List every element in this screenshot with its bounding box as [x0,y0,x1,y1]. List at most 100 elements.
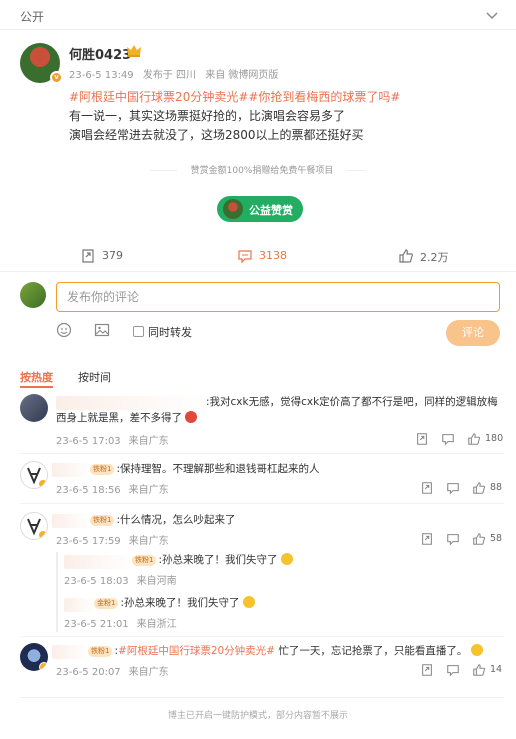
verified-badge-icon: v [50,71,63,84]
fan-badge: 铁粉1 [88,645,113,657]
comment-icon [238,250,252,264]
comment-actions: 88 [420,481,505,497]
reward-label: 公益赞赏 [249,204,293,217]
like-icon[interactable] [472,481,486,495]
reply-meta: 23-6-5 18:03 来自河南 [64,572,185,587]
reply-body: :孙总来晚了！我们失守了 [158,554,278,566]
charity-reward-button[interactable]: 公益赞赏 [217,196,303,222]
comment-divider [20,453,504,454]
comment-location: 来自广东 [128,536,169,547]
comment-time: 23-6-5 17:59 [56,536,121,547]
comment-meta: 23-6-5 18:56 来自广东 [56,481,177,496]
comment-icon[interactable] [441,432,455,446]
repost-icon[interactable] [420,663,434,677]
commenter-name[interactable] [52,463,90,477]
comment-text-continued: 西身上就是黑，差不多得了 [56,410,496,427]
comment-hashtag[interactable]: #阿根廷中国行球票20分钟卖光# [118,645,275,657]
crying-emoji-icon [242,596,255,608]
crown-icon [127,45,141,57]
comment-input[interactable]: 发布你的评论 [56,282,500,312]
replier-name[interactable] [64,555,132,569]
comment-time: 23-6-5 20:07 [56,667,121,678]
commenter-name[interactable] [52,645,88,659]
comment-like-count: 58 [490,533,503,544]
sponsor-text: 赞赏金额100%捐赠给免费午餐项目 [177,163,347,176]
tab-sort-time[interactable]: 按时间 [78,369,111,385]
fan-badge: 铁粉1 [90,463,115,475]
comment-icon[interactable] [446,481,460,495]
commenter-avatar[interactable] [20,512,48,540]
comment-like-count: 180 [485,433,504,444]
crying-emoji-icon [280,553,293,565]
comment-body: :保持理智。不理解那些和退钱哥杠起来的人 [116,463,320,475]
angry-emoji-icon [185,411,198,423]
reply-location: 来自河南 [136,576,177,587]
comment-like-count: 88 [490,482,503,493]
repost-icon[interactable] [420,532,434,546]
reply-time: 23-6-5 21:01 [64,619,129,630]
commenter-name[interactable] [52,514,90,528]
reply-text: 金粉1:孙总来晚了！我们失守了 [94,595,494,612]
repost-icon[interactable] [420,481,434,495]
comment-like-count: 14 [490,664,503,675]
reward-avatar [223,199,243,219]
emoji-icon[interactable] [56,322,72,338]
post-meta: 23-6-5 13:49 发布于 四川 来自 微博网页版 [69,66,284,81]
post-location: 发布于 四川 [142,70,197,81]
reply-time: 23-6-5 18:03 [64,576,129,587]
submit-comment-button[interactable]: 评论 [446,320,500,346]
comment-meta: 23-6-5 17:03 来自广东 [56,432,177,447]
reply-location: 来自浙江 [136,619,177,630]
fan-badge: 铁粉1 [90,514,115,526]
comment-actions: 180 [415,432,505,448]
replier-name[interactable] [64,598,94,612]
current-user-avatar [20,282,46,308]
commenter-avatar[interactable] [20,394,48,422]
commenter-avatar[interactable] [20,643,48,671]
comment-icon[interactable] [446,532,460,546]
comment-time: 23-6-5 18:56 [56,485,121,496]
like-icon[interactable] [472,663,486,677]
comment-location: 来自广东 [128,436,169,447]
comment-text: :我对cxk无感，觉得cxk定价高了都不行是吧，同样的逻辑放梅 [206,396,498,408]
chevron-down-icon[interactable] [484,7,500,23]
comment-count: 3138 [259,249,287,262]
comment-meta: 23-6-5 17:59 来自广东 [56,532,177,547]
repost-checkbox[interactable] [133,326,144,337]
comment-actions: 58 [420,532,505,548]
comment-divider [20,636,504,637]
comment-location: 来自广东 [128,667,169,678]
comment-meta: 23-6-5 20:07 来自广东 [56,663,177,678]
comment-body: :什么情况，怎么吵起来了 [116,514,236,526]
commenter-name[interactable] [56,396,206,410]
like-icon[interactable] [467,432,481,446]
comment-text: 铁粉1:保持理智。不理解那些和退钱哥杠起来的人 [90,461,500,478]
commenter-avatar[interactable] [20,461,48,489]
reply-list: 铁粉1:孙总来晚了！我们失守了 23-6-5 18:03 来自河南 金粉1:孙总来… [56,552,500,632]
tab-sort-hot[interactable]: 按热度 [20,369,53,385]
reply-text: 铁粉1:孙总来晚了！我们失守了 [132,552,492,569]
post-line-1: 有一说一，其实这场票挺好抢的，比演唱会容易多了 [69,109,346,123]
comment-time: 23-6-5 17:03 [56,436,121,447]
like-icon[interactable] [472,532,486,546]
protection-notice: 博主已开启一键防护模式，部分内容暂不展示 [167,711,348,721]
comment-text: 铁粉1:什么情况，怎么吵起来了 [90,512,500,529]
post-content: #阿根廷中国行球票20分钟卖光##你抢到看梅西的球票了吗# 有一说一，其实这场票… [69,88,499,145]
action-bar: 379 3138 2.2万 [0,240,516,272]
like-icon [399,249,413,263]
author-name[interactable]: 何胜0423 [69,44,131,63]
image-icon[interactable] [94,322,110,338]
reply-meta: 23-6-5 21:01 来自浙江 [64,615,185,630]
post-line-2: 演唱会经常进去就没了，这场2800以上的票都还挺好买 [69,128,364,142]
fan-badge: 金粉1 [94,597,119,609]
comment-location: 来自广东 [128,485,169,496]
repost-count: 379 [102,249,123,262]
crying-emoji-icon [470,644,483,656]
post-source: 来自 微博网页版 [205,70,279,81]
post-hashtags[interactable]: #阿根廷中国行球票20分钟卖光##你抢到看梅西的球票了吗# [69,88,499,107]
reply-body: :孙总来晚了！我们失守了 [120,597,240,609]
repost-checkbox-label: 同时转发 [148,326,192,339]
repost-icon[interactable] [415,432,429,446]
post-date[interactable]: 23-6-5 13:49 [69,70,134,81]
comment-icon[interactable] [446,663,460,677]
